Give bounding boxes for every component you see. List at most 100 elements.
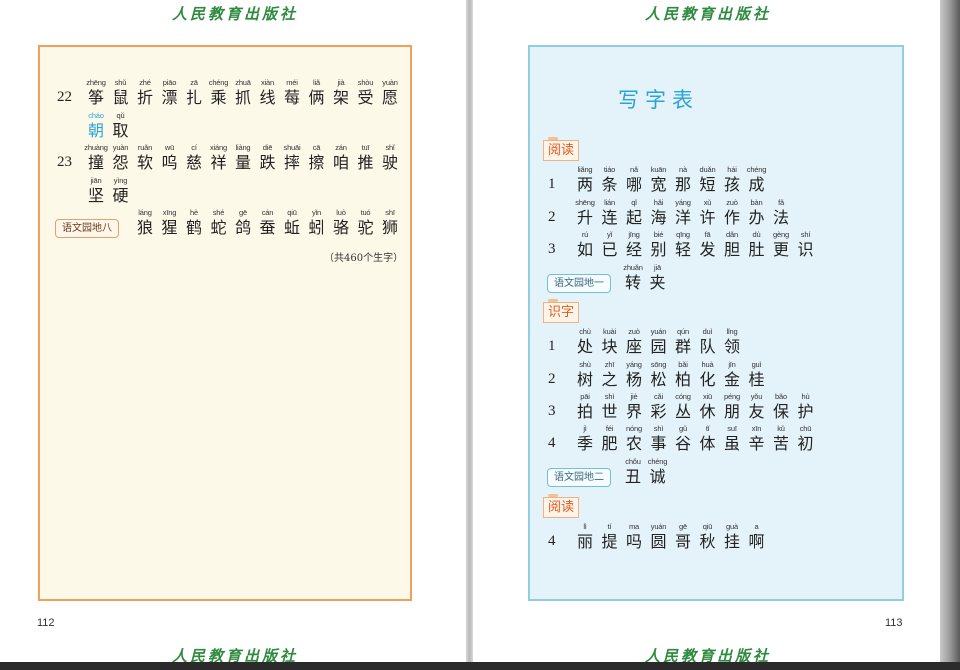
character: chū 初 xyxy=(794,423,818,453)
page-number: 113 xyxy=(885,617,903,629)
hanzi: 作 xyxy=(723,208,740,227)
character: yáng 洋 xyxy=(671,197,695,227)
hanzi: 柏 xyxy=(674,370,691,389)
hanzi: 轻 xyxy=(674,240,691,259)
character: hù 护 xyxy=(794,391,818,421)
character: cā 擦 xyxy=(305,142,329,172)
hanzi: 世 xyxy=(601,402,618,421)
character: zhuàng 撞 xyxy=(84,142,108,172)
section-label: 识字 xyxy=(543,299,580,323)
hanzi: 丑 xyxy=(624,467,641,486)
hanzi: 休 xyxy=(699,402,716,421)
hanzi: 扎 xyxy=(185,88,202,107)
hanzi: 哪 xyxy=(625,175,642,194)
character: cí 慈 xyxy=(182,142,206,172)
hanzi: 经 xyxy=(625,240,642,259)
character: shēng 升 xyxy=(573,197,597,227)
hanzi: 苦 xyxy=(772,434,789,453)
character: chéng 成 xyxy=(745,164,769,194)
hanzi: 保 xyxy=(772,402,789,421)
character: tǐ 体 xyxy=(696,423,720,453)
character: nǎ 哪 xyxy=(622,164,646,194)
hanzi: 农 xyxy=(625,434,642,453)
hanzi: 松 xyxy=(650,370,667,389)
hanzi: 猩 xyxy=(161,218,178,237)
character: dǎn 胆 xyxy=(720,229,744,259)
hanzi: 摔 xyxy=(283,153,300,172)
hanzi: 辛 xyxy=(748,434,765,453)
character: lǐng 领 xyxy=(720,326,744,356)
hanzi: 如 xyxy=(576,240,593,259)
character: bié 别 xyxy=(647,229,671,259)
character: jīn 金 xyxy=(720,359,744,389)
row-number: 2 xyxy=(548,209,556,225)
left-page: 人民教育出版社 22 zhēng 筝 shǔ 鼠 zhé 折 piāo 漂 zā 扎 chéng 乘 zh… xyxy=(0,0,466,662)
publisher-header: 人民教育出版社 xyxy=(172,5,299,23)
total-count-note: （共460个生字） xyxy=(324,253,404,264)
character: gèng 更 xyxy=(769,229,793,259)
hanzi: 鹤 xyxy=(185,218,202,237)
character: shé 蛇 xyxy=(207,207,231,237)
hanzi: 擦 xyxy=(308,153,325,172)
character: chéng 乘 xyxy=(207,77,231,107)
hanzi: 初 xyxy=(797,434,814,453)
character: xiū 休 xyxy=(696,391,720,421)
row-number: 3 xyxy=(548,241,556,257)
character: yuán 园 xyxy=(647,326,671,356)
hanzi: 受 xyxy=(357,88,374,107)
character: yǒu 友 xyxy=(745,391,769,421)
unit-tag: 语文园地八 xyxy=(55,219,119,238)
hanzi: 海 xyxy=(650,208,667,227)
character: lì 丽 xyxy=(573,521,597,551)
hanzi: 鼠 xyxy=(112,88,129,107)
character: hái 孩 xyxy=(720,164,744,194)
character: shòu 受 xyxy=(354,77,378,107)
hanzi: 蚯 xyxy=(283,218,300,237)
character: qún 群 xyxy=(671,326,695,356)
hanzi: 鸽 xyxy=(234,218,251,237)
hanzi: 取 xyxy=(112,121,129,140)
hanzi: 抓 xyxy=(234,88,251,107)
character: cóng 丛 xyxy=(671,391,695,421)
character: kuān 宽 xyxy=(647,164,671,194)
book-gutter xyxy=(466,0,473,662)
character: qǔ 取 xyxy=(109,110,133,140)
character: jì 季 xyxy=(573,423,597,453)
hanzi: 莓 xyxy=(283,88,300,107)
row-number: 1 xyxy=(548,176,556,192)
hanzi: 之 xyxy=(601,370,618,389)
hanzi: 驶 xyxy=(381,153,398,172)
character: zhī 之 xyxy=(598,359,622,389)
unit-tag: 语文园地二 xyxy=(547,468,611,487)
character: piāo 漂 xyxy=(158,77,182,107)
character: xǔ 许 xyxy=(696,197,720,227)
hanzi: 短 xyxy=(699,175,716,194)
hanzi: 肥 xyxy=(601,434,618,453)
character: shī 狮 xyxy=(378,207,402,237)
character: liàng 量 xyxy=(231,142,255,172)
hanzi: 成 xyxy=(748,175,765,194)
hanzi: 提 xyxy=(601,532,618,551)
character: bǎo 保 xyxy=(769,391,793,421)
hanzi: 座 xyxy=(625,337,642,356)
character: yìng 硬 xyxy=(109,175,133,205)
hanzi: 驼 xyxy=(357,218,374,237)
hanzi: 更 xyxy=(772,240,789,259)
hanzi: 办 xyxy=(748,208,765,227)
character: xīng 猩 xyxy=(158,207,182,237)
character: jiè 界 xyxy=(622,391,646,421)
hanzi: 胆 xyxy=(723,240,740,259)
character: nóng 农 xyxy=(622,423,646,453)
hanzi: 已 xyxy=(601,240,618,259)
hanzi: 怨 xyxy=(112,153,129,172)
row-number: 3 xyxy=(548,403,556,419)
character: jià 架 xyxy=(329,77,353,107)
hanzi: 园 xyxy=(650,337,667,356)
hanzi: 孩 xyxy=(723,175,740,194)
hanzi: 洋 xyxy=(674,208,691,227)
character: zhēng 筝 xyxy=(84,77,108,107)
hanzi: 体 xyxy=(699,434,716,453)
hanzi: 俩 xyxy=(308,88,325,107)
character: tiáo 条 xyxy=(598,164,622,194)
page-number: 112 xyxy=(37,617,55,629)
